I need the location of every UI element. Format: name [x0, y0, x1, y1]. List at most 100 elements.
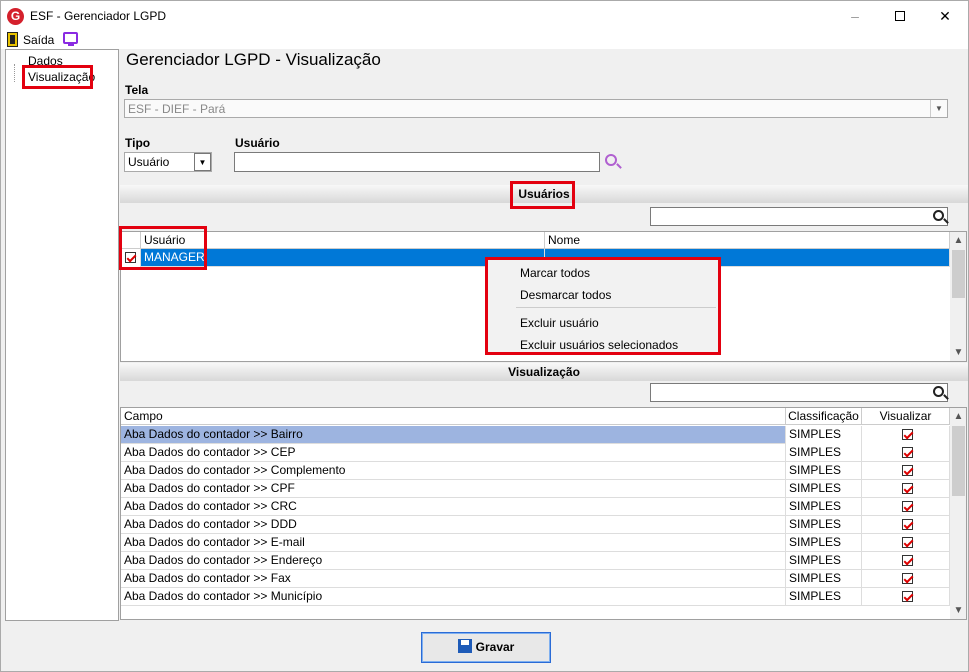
menu-item-excluir-usuario[interactable]: Excluir usuário [520, 316, 599, 330]
table-row[interactable]: Aba Dados do contador >> Bairro SIMPLES [121, 426, 950, 444]
campo-cell: Aba Dados do contador >> CRC [121, 498, 786, 516]
table-row[interactable]: Aba Dados do contador >> Endereço SIMPLE… [121, 552, 950, 570]
scroll-down-icon[interactable]: ▼ [950, 602, 966, 619]
page-title: Gerenciador LGPD - Visualização [126, 50, 381, 69]
classificacao-cell: SIMPLES [786, 516, 862, 534]
visualizar-cell[interactable] [862, 444, 950, 462]
table-row[interactable]: Aba Dados do contador >> Complemento SIM… [121, 462, 950, 480]
visualizar-cell[interactable] [862, 570, 950, 588]
checkbox-checked-icon[interactable] [902, 555, 913, 566]
floppy-disk-icon [457, 639, 472, 654]
checkbox-checked-icon[interactable] [902, 465, 913, 476]
maximize-button[interactable] [877, 1, 923, 31]
table-row[interactable]: Aba Dados do contador >> E-mail SIMPLES [121, 534, 950, 552]
classificacao-cell: SIMPLES [786, 552, 862, 570]
usuarios-scrollbar[interactable]: ▲ ▼ [950, 232, 966, 361]
scroll-up-icon[interactable]: ▲ [950, 232, 966, 249]
title-bar: G ESF - Gerenciador LGPD – ✕ [1, 1, 968, 31]
table-row[interactable]: Aba Dados do contador >> CRC SIMPLES [121, 498, 950, 516]
usuario-label: Usuário [235, 136, 280, 150]
campo-cell: Aba Dados do contador >> Fax [121, 570, 786, 588]
minimize-button[interactable]: – [832, 1, 878, 31]
classificacao-cell: SIMPLES [786, 426, 862, 444]
checkbox-checked-icon[interactable] [902, 447, 913, 458]
toolbar: Saída [1, 31, 968, 49]
visualizar-cell[interactable] [862, 498, 950, 516]
grid-header-visualizar[interactable]: Visualizar [862, 408, 950, 425]
search-icon[interactable] [605, 154, 617, 166]
checkbox-checked-icon[interactable] [902, 429, 913, 440]
visualizar-cell[interactable] [862, 552, 950, 570]
visualizacao-section-header: Visualização [120, 363, 968, 381]
classificacao-cell: SIMPLES [786, 444, 862, 462]
scroll-down-icon[interactable]: ▼ [950, 344, 966, 361]
menu-item-excluir-selecionados[interactable]: Excluir usuários selecionados [520, 338, 678, 352]
campo-cell: Aba Dados do contador >> CEP [121, 444, 786, 462]
visualizacao-filter-input[interactable] [650, 383, 948, 402]
search-icon[interactable] [933, 210, 944, 221]
campo-cell: Aba Dados do contador >> Endereço [121, 552, 786, 570]
context-menu: Marcar todos Desmarcar todos Excluir usu… [485, 257, 721, 355]
campo-cell: Aba Dados do contador >> CPF [121, 480, 786, 498]
menu-item-marcar-todos[interactable]: Marcar todos [520, 266, 590, 280]
monitor-icon[interactable] [63, 32, 78, 46]
tela-select[interactable]: ESF - DIEF - Pará ▼ [124, 99, 948, 118]
campo-cell: Aba Dados do contador >> E-mail [121, 534, 786, 552]
checkbox-checked-icon[interactable] [902, 537, 913, 548]
table-row[interactable]: Aba Dados do contador >> DDD SIMPLES [121, 516, 950, 534]
classificacao-cell: SIMPLES [786, 534, 862, 552]
navigation-tree: Dados Visualização [5, 49, 119, 621]
usuario-input[interactable] [234, 152, 600, 172]
tela-label: Tela [125, 83, 149, 97]
table-row[interactable]: Aba Dados do contador >> CEP SIMPLES [121, 444, 950, 462]
visualizar-cell[interactable] [862, 426, 950, 444]
scroll-thumb[interactable] [952, 250, 965, 298]
checkbox-checked-icon[interactable] [902, 519, 913, 530]
tipo-label: Tipo [125, 136, 151, 150]
table-row[interactable]: Aba Dados do contador >> Município SIMPL… [121, 588, 950, 606]
campo-cell: Aba Dados do contador >> Município [121, 588, 786, 606]
maximize-icon [895, 11, 905, 22]
visualizar-cell[interactable] [862, 588, 950, 606]
close-button[interactable]: ✕ [922, 1, 968, 31]
main-window: G ESF - Gerenciador LGPD – ✕ Saída Dados… [0, 0, 969, 672]
visualizar-cell[interactable] [862, 534, 950, 552]
usuarios-filter-input[interactable] [650, 207, 948, 226]
chevron-down-icon: ▼ [194, 153, 211, 171]
app-logo-icon: G [7, 8, 24, 25]
scroll-thumb[interactable] [952, 426, 965, 496]
grid-header-nome[interactable]: Nome [545, 232, 950, 249]
checkbox-checked-icon[interactable] [902, 501, 913, 512]
visualizar-cell[interactable] [862, 462, 950, 480]
menu-separator [516, 307, 716, 308]
tipo-select[interactable]: Usuário ▼ [124, 152, 212, 172]
checkbox-checked-icon[interactable] [902, 573, 913, 584]
visualizacao-grid: Campo Classificação Visualizar Aba Dados… [120, 407, 967, 620]
exit-button[interactable]: Saída [23, 33, 54, 47]
window-title: ESF - Gerenciador LGPD [30, 9, 167, 23]
visualizacao-scrollbar[interactable]: ▲ ▼ [950, 408, 966, 619]
checkbox-checked-icon[interactable] [902, 591, 913, 602]
highlight-visualizacao [22, 65, 93, 89]
exit-door-icon[interactable] [7, 32, 18, 47]
table-row[interactable]: Aba Dados do contador >> Fax SIMPLES [121, 570, 950, 588]
campo-cell: Aba Dados do contador >> Complemento [121, 462, 786, 480]
classificacao-cell: SIMPLES [786, 570, 862, 588]
classificacao-cell: SIMPLES [786, 462, 862, 480]
grid-header-classificacao[interactable]: Classificação [786, 408, 862, 425]
table-row[interactable]: Aba Dados do contador >> CPF SIMPLES [121, 480, 950, 498]
classificacao-cell: SIMPLES [786, 588, 862, 606]
visualizacao-section-title: Visualização [508, 365, 580, 379]
highlight-usuarios-title [510, 181, 575, 209]
save-button-label: Gravar [475, 640, 515, 654]
visualizar-cell[interactable] [862, 480, 950, 498]
visualizar-cell[interactable] [862, 516, 950, 534]
search-icon[interactable] [933, 386, 944, 397]
scroll-up-icon[interactable]: ▲ [950, 408, 966, 425]
grid-header-campo[interactable]: Campo [121, 408, 786, 425]
menu-item-desmarcar-todos[interactable]: Desmarcar todos [520, 288, 611, 302]
checkbox-checked-icon[interactable] [902, 483, 913, 494]
tipo-select-value: Usuário [128, 155, 170, 169]
save-button[interactable]: Gravar [421, 632, 551, 663]
classificacao-cell: SIMPLES [786, 498, 862, 516]
